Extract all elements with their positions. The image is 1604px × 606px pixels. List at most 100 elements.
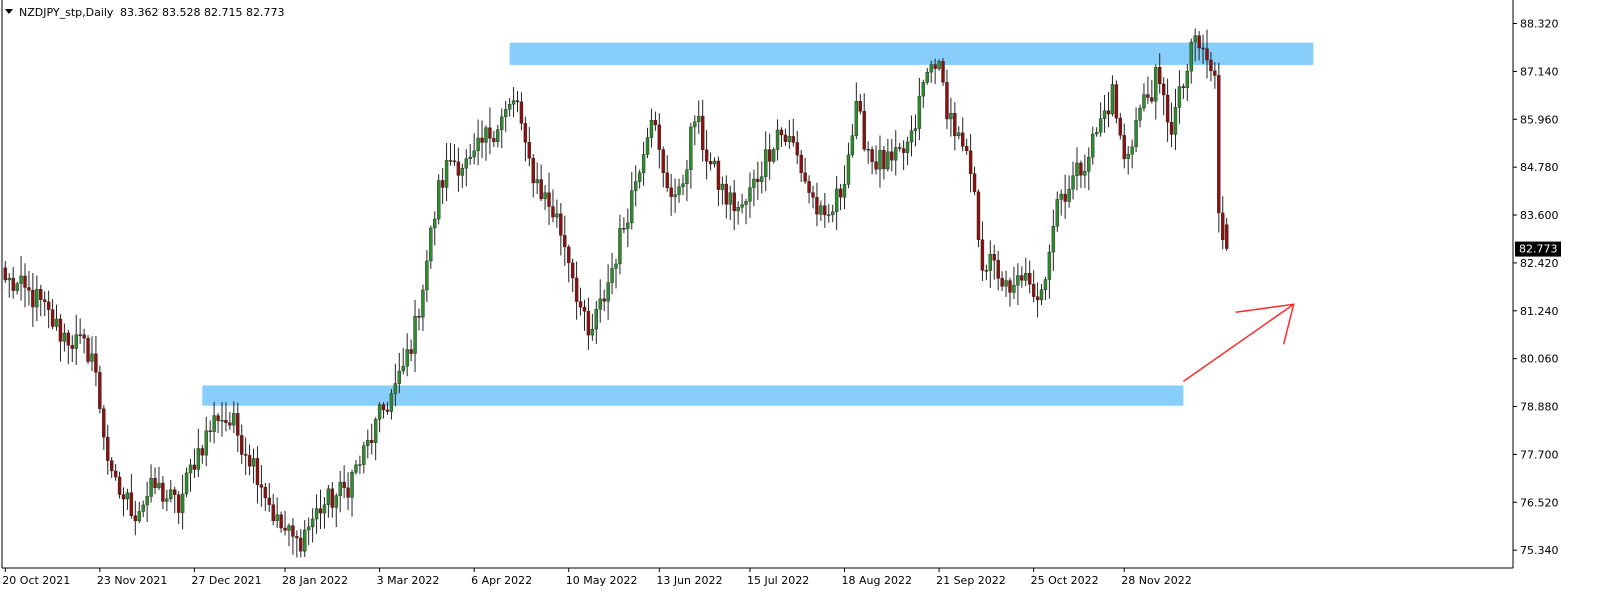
candle-body [291, 525, 295, 537]
candle-body [503, 109, 508, 118]
price-tag-value: 82.773 [1519, 243, 1558, 256]
candle-body [1193, 35, 1197, 43]
candle-body [700, 115, 705, 151]
candle-body [1091, 133, 1095, 158]
candle-body [161, 482, 165, 502]
candle-body [157, 482, 161, 488]
candle-body [1154, 66, 1158, 102]
candle-body [1213, 70, 1217, 76]
candle-body [1169, 121, 1174, 135]
candle-body [303, 529, 307, 552]
candle-body [464, 158, 468, 169]
candle-body [216, 415, 220, 422]
candle-body [82, 334, 86, 339]
candle-body [484, 127, 488, 143]
candle-body [409, 349, 413, 354]
bear-candle[interactable] [1114, 80, 1119, 124]
candle-body [1130, 146, 1134, 155]
candle-body [689, 126, 693, 170]
candle-body [720, 183, 725, 190]
bear-candle[interactable] [1217, 62, 1221, 233]
bear-candle[interactable] [941, 58, 945, 86]
candle-body [314, 508, 319, 520]
candle-body [586, 311, 591, 336]
time-tick-label: 20 Oct 2021 [2, 574, 70, 587]
bear-candle[interactable] [976, 189, 981, 248]
candle-body [1051, 225, 1056, 253]
candle-body [807, 181, 811, 193]
candle-body [567, 246, 571, 264]
candle-body [1138, 107, 1142, 121]
candle-body [854, 100, 859, 136]
bear-candle[interactable] [98, 365, 102, 414]
candle-body [113, 470, 118, 478]
candle-body [752, 178, 756, 188]
candle-body [1012, 284, 1016, 293]
candle-body [767, 149, 772, 162]
candle-body [1221, 212, 1225, 241]
candle-body [795, 142, 799, 156]
candle-body [1055, 199, 1059, 227]
candle-body [964, 146, 969, 152]
time-tick-label: 21 Sep 2022 [936, 574, 1006, 587]
candle-body [1047, 251, 1052, 280]
candle-body [1027, 273, 1032, 285]
candle-body [685, 169, 689, 185]
time-tick-label: 25 Oct 2022 [1031, 574, 1099, 587]
candle-body [444, 160, 449, 188]
candle-body [358, 464, 362, 466]
support-resistance-zone[interactable] [202, 385, 1184, 406]
candle-body [870, 149, 874, 162]
candle-body [543, 192, 547, 200]
candle-body [149, 478, 153, 497]
candle-body [15, 283, 19, 291]
candle-body [732, 192, 736, 212]
candle-body [1098, 118, 1103, 133]
candle-body [594, 309, 598, 330]
candle-body [437, 180, 441, 220]
candle-body [279, 514, 283, 529]
candle-body [555, 213, 559, 218]
candle-body [1039, 289, 1044, 301]
candle-body [704, 149, 709, 162]
candle-body [937, 61, 941, 69]
candle-body [137, 511, 141, 522]
candle-body [1059, 193, 1063, 200]
candle-body [500, 116, 504, 130]
candle-body [1008, 280, 1012, 293]
candle-body [1031, 284, 1036, 297]
candle-body [1016, 275, 1020, 286]
price-tick-label: 88.320 [1520, 18, 1559, 31]
candle-body [125, 492, 130, 500]
candle-body [1173, 107, 1178, 135]
candle-body [106, 436, 110, 461]
candle-body [1181, 86, 1186, 89]
candle-body [547, 192, 551, 207]
candle-body [582, 306, 587, 312]
candle-body [905, 141, 910, 153]
candle-body [578, 301, 583, 308]
candle-body [653, 120, 658, 126]
candle-body [886, 151, 890, 170]
candle-body [184, 472, 189, 495]
time-tick-label: 28 Nov 2022 [1121, 574, 1191, 587]
candle-body [141, 504, 145, 512]
candle-body [712, 160, 717, 165]
candle-body [251, 458, 256, 467]
candle-body [1224, 224, 1229, 249]
candle-body [121, 494, 126, 500]
candle-body [43, 299, 47, 302]
candle-body [196, 448, 201, 470]
candle-body [913, 128, 918, 131]
candlestick-chart[interactable]: 88.320 87.140 85.960 84.780 83.600 82.420 81.2… [0, 0, 1604, 606]
candle-body [917, 95, 922, 129]
candle-body [488, 127, 492, 139]
bull-candle[interactable] [771, 147, 776, 164]
candle-body [212, 415, 216, 432]
candle-body [756, 178, 760, 182]
bear-candle[interactable] [86, 335, 90, 364]
candle-body [31, 290, 35, 308]
bull-candle[interactable] [437, 174, 441, 225]
candle-body [842, 184, 847, 198]
time-tick-label: 6 Apr 2022 [471, 574, 532, 587]
